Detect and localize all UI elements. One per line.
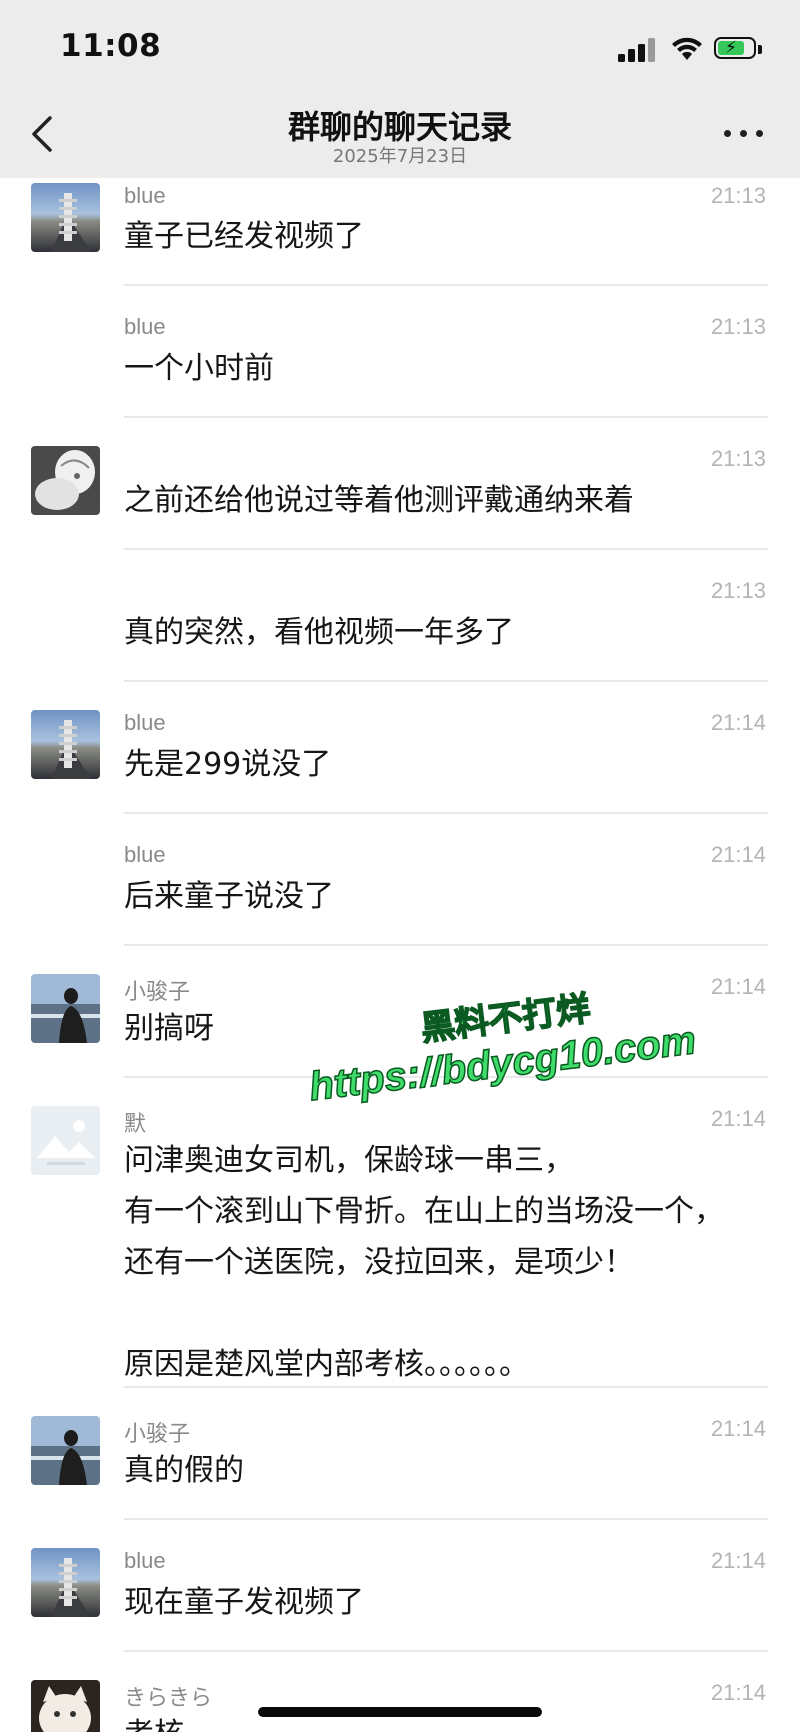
home-indicator[interactable] — [258, 1707, 542, 1717]
battery-icon: ⚡ — [714, 37, 756, 59]
chat-message: 21:13 真的突然，看他视频一年多了 — [0, 574, 800, 684]
message-text: 真的假的 — [124, 1453, 244, 1488]
sender-name: 默 — [124, 1111, 147, 1136]
message-time: 21:13 — [710, 446, 766, 471]
page-subtitle-date: 2025年7月23日 — [332, 146, 468, 167]
sender-name: きらきら — [124, 1685, 213, 1710]
sender-name: 小骏子 — [124, 979, 191, 1004]
wifi-icon — [672, 37, 702, 60]
message-time: 21:13 — [710, 183, 766, 208]
road-skeleton-avatar[interactable] — [31, 183, 100, 252]
sender-name: blue — [124, 710, 166, 735]
default-image-avatar[interactable] — [31, 1106, 100, 1175]
message-text: 童子已经发视频了 — [124, 219, 364, 254]
message-text: 别搞呀 — [124, 1011, 214, 1046]
chat-message: 21:13 之前还给他说过等着他测评戴通纳来着 — [0, 442, 800, 552]
divider — [124, 284, 768, 286]
status-time: 11:08 — [60, 28, 162, 64]
chat-message: 默 21:14 问津奥迪女司机，保龄球一串三， 有一个滚到山下骨折。在山上的当场… — [0, 1102, 800, 1388]
divider — [124, 416, 768, 418]
chat-message: blue 21:14 现在童子发视频了 — [0, 1545, 800, 1655]
divider — [124, 548, 768, 550]
message-time: 21:14 — [710, 1548, 766, 1573]
message-time: 21:14 — [710, 1106, 766, 1131]
seaside-person-avatar[interactable] — [31, 1416, 100, 1485]
message-text: 问津奥迪女司机，保龄球一串三， 有一个滚到山下骨折。在山上的当场没一个， 还有一… — [124, 1143, 724, 1382]
message-time: 21:14 — [710, 710, 766, 735]
chat-message: blue 21:13 童子已经发视频了 — [0, 178, 800, 286]
message-text: 考核 — [124, 1709, 184, 1732]
sender-name: blue — [124, 1548, 166, 1573]
message-time: 21:13 — [710, 578, 766, 603]
message-text: 现在童子发视频了 — [124, 1585, 364, 1620]
sender-name: blue — [124, 842, 166, 867]
sender-name: blue — [124, 183, 166, 208]
status-icons: ⚡ — [618, 34, 768, 64]
sketch-figure-avatar[interactable] — [31, 446, 100, 515]
message-text: 后来童子说没了 — [124, 879, 334, 914]
divider — [124, 812, 768, 814]
chat-message: きらきら 21:14 考核 — [0, 1677, 800, 1732]
sender-name: blue — [124, 314, 166, 339]
seaside-person-avatar[interactable] — [31, 974, 100, 1043]
message-time: 21:14 — [710, 1416, 766, 1441]
chat-message: 小骏子 21:14 真的假的 — [0, 1413, 800, 1523]
road-skeleton-avatar[interactable] — [31, 1548, 100, 1617]
more-options-icon[interactable] — [724, 128, 764, 140]
message-text: 先是299说没了 — [124, 747, 332, 782]
divider — [124, 944, 768, 946]
message-text: 真的突然，看他视频一年多了 — [124, 615, 514, 650]
chat-message: blue 21:14 后来童子说没了 — [0, 838, 800, 948]
divider — [124, 680, 768, 682]
message-time: 21:14 — [710, 842, 766, 867]
message-time: 21:13 — [710, 314, 766, 339]
sender-name: 小骏子 — [124, 1421, 191, 1446]
message-time: 21:14 — [710, 1680, 766, 1705]
top-bar: 11:08 ⚡ 群聊的聊天记录 2025年7月23日 — [0, 0, 800, 178]
divider — [124, 1650, 768, 1652]
message-text: 一个小时前 — [124, 351, 274, 386]
chat-message: blue 21:13 一个小时前 — [0, 310, 800, 420]
cellular-signal-icon — [618, 38, 658, 62]
road-skeleton-avatar[interactable] — [31, 710, 100, 779]
cat-avatar[interactable] — [31, 1680, 100, 1732]
divider — [124, 1386, 768, 1388]
divider — [124, 1518, 768, 1520]
message-text: 之前还给他说过等着他测评戴通纳来着 — [124, 483, 634, 518]
chat-message: blue 21:14 先是299说没了 — [0, 706, 800, 816]
